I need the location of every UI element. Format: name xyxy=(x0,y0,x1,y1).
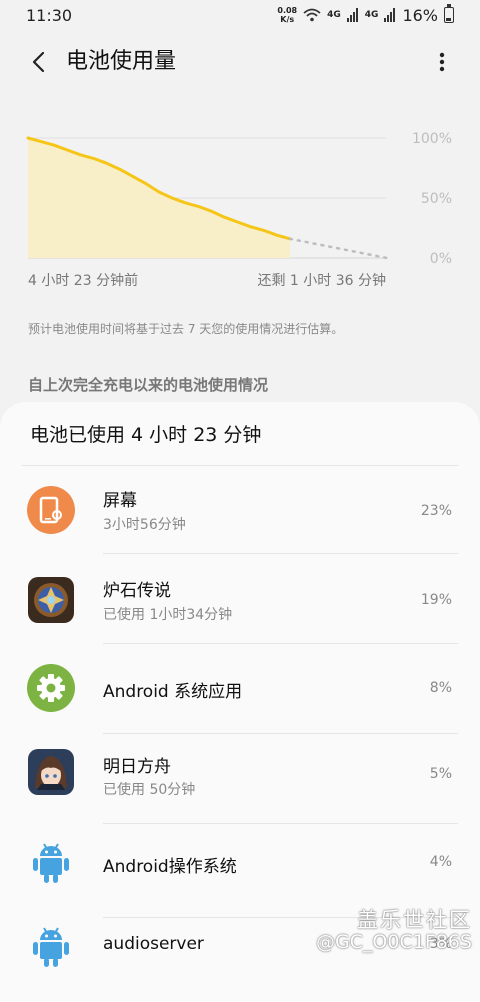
android-icon xyxy=(33,927,69,967)
watermark-user: @GC_O0C1F86S xyxy=(315,931,472,954)
estimate-note: 预计电池使用时间将基于过去 7 天您的使用情况进行估算。 xyxy=(28,322,344,336)
app-name: 屏幕 xyxy=(103,491,137,511)
chart-end-label: 还剩 1 小时 36 分钟 xyxy=(257,273,386,289)
page-title: 电池使用量 xyxy=(66,49,177,74)
network-speed: 0.08 K/s xyxy=(277,6,297,24)
app-row-android-os[interactable]: Android操作系统 4% xyxy=(0,820,480,918)
battery-level: 16% xyxy=(402,5,438,25)
row-divider xyxy=(103,733,458,734)
screen-icon xyxy=(27,486,75,534)
app-usage-time: 3小时56分钟 xyxy=(103,517,186,533)
app-bar: 电池使用量 xyxy=(0,40,480,84)
back-button[interactable] xyxy=(22,46,54,78)
network-speed-unit: K/s xyxy=(280,15,295,24)
usage-summary: 电池已使用 4 小时 23 分钟 xyxy=(30,424,262,446)
y-tick-50: 50% xyxy=(421,191,452,207)
gear-icon xyxy=(27,664,75,712)
y-tick-0: 0% xyxy=(430,251,452,267)
wifi-icon xyxy=(303,8,321,22)
app-row-hearthstone[interactable]: 炉石传说 已使用 1小时34分钟 19% xyxy=(0,556,480,644)
app-name: audioserver xyxy=(103,934,204,954)
app-percent: 8% xyxy=(429,680,452,696)
android-icon xyxy=(33,843,69,883)
app-name: Android操作系统 xyxy=(103,857,237,877)
network-type-label-2: 4G xyxy=(364,10,379,20)
app-name: 明日方舟 xyxy=(103,757,171,777)
app-percent: 5% xyxy=(429,766,452,782)
network-speed-value: 0.08 xyxy=(277,6,298,15)
app-percent: 19% xyxy=(420,592,452,608)
app-usage-time: 已使用 50分钟 xyxy=(103,782,196,798)
app-percent: 4% xyxy=(429,854,452,870)
app-name: 炉石传说 xyxy=(103,581,171,601)
signal-icon-2 xyxy=(384,8,396,22)
app-row-arknights[interactable]: 明日方舟 已使用 50分钟 5% xyxy=(0,736,480,824)
y-tick-100: 100% xyxy=(412,131,452,147)
section-header: 自上次完全充电以来的电池使用情况 xyxy=(28,376,269,394)
row-divider xyxy=(103,643,458,644)
app-percent: 23% xyxy=(420,503,452,519)
hearthstone-icon xyxy=(28,577,74,623)
battery-projection-line xyxy=(288,237,389,260)
signal-icon-1 xyxy=(346,8,358,22)
watermark: 盖乐世社区 @GC_O0C1F86S xyxy=(316,908,472,954)
app-usage-time: 已使用 1小时34分钟 xyxy=(103,607,233,623)
arknights-icon xyxy=(28,749,74,795)
row-divider xyxy=(103,553,458,554)
app-row-android-system-apps[interactable]: Android 系统应用 8% xyxy=(0,646,480,734)
chart-time-labels: 4 小时 23 分钟前 还剩 1 小时 36 分钟 xyxy=(28,270,386,290)
battery-level-chart: 100% 50% 0% xyxy=(26,131,452,267)
network-type-label-1: 4G xyxy=(327,10,341,20)
more-options-button[interactable] xyxy=(426,46,458,78)
status-indicators: 0.08 K/s 4G 4G 16% xyxy=(277,4,454,25)
app-name: Android 系统应用 xyxy=(103,682,243,702)
more-vertical-icon xyxy=(439,52,445,72)
chart-start-label: 4 小时 23 分钟前 xyxy=(28,273,139,289)
status-time: 11:30 xyxy=(26,5,73,25)
app-row-screen[interactable]: 屏幕 3小时56分钟 23% xyxy=(0,466,480,554)
watermark-title: 盖乐世社区 xyxy=(357,908,472,932)
status-bar: 11:30 0.08 K/s 4G 4G 16% xyxy=(0,0,480,30)
chevron-left-icon xyxy=(32,51,45,73)
battery-icon xyxy=(444,4,454,23)
